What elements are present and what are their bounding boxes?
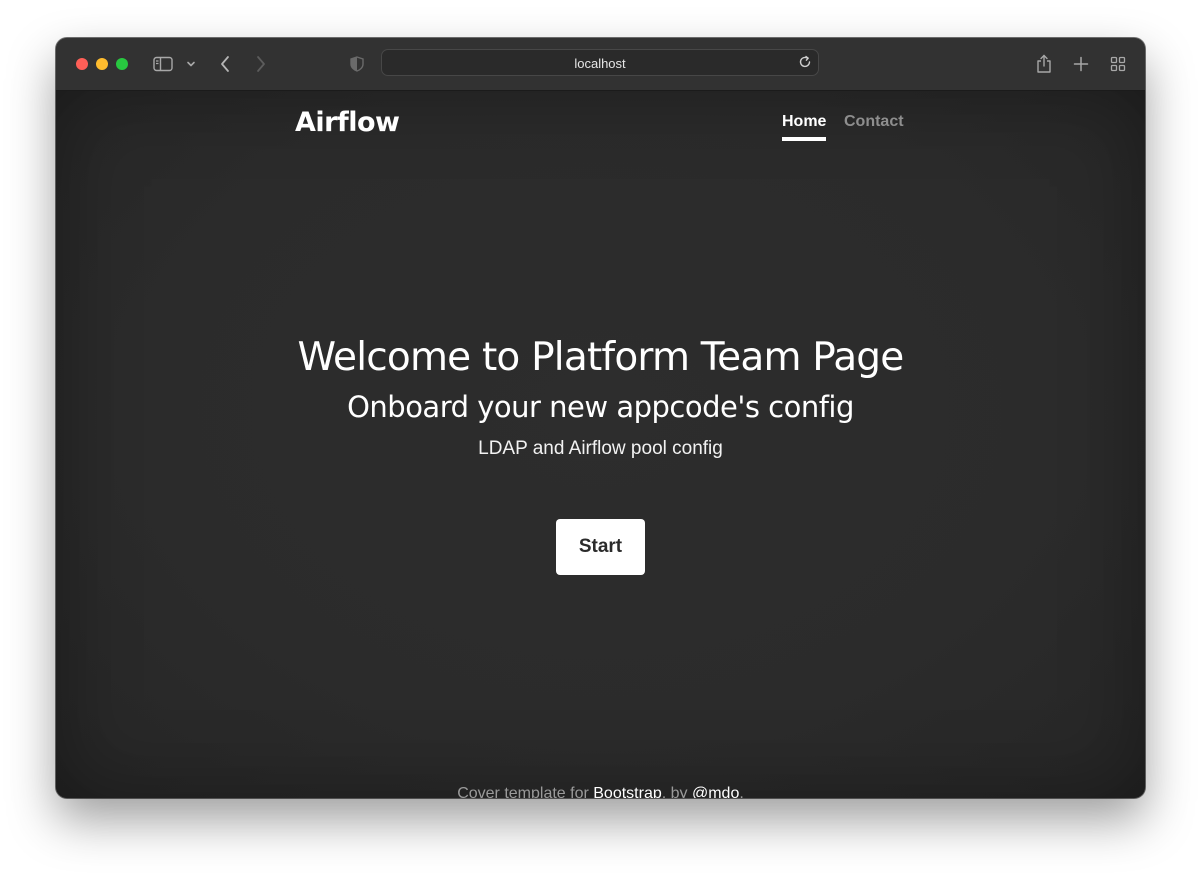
address-text: localhost <box>574 56 626 71</box>
nav-link-contact[interactable]: Contact <box>844 113 904 131</box>
tab-overview-icon[interactable] <box>1108 52 1128 76</box>
footer-link-mdo[interactable]: @mdo <box>692 785 739 798</box>
page-subtitle: Onboard your new appcode's config <box>347 390 854 424</box>
site-brand[interactable]: Airflow <box>295 107 400 138</box>
address-bar[interactable]: localhost <box>381 49 819 76</box>
reload-icon[interactable] <box>798 55 812 74</box>
plus-icon[interactable] <box>1071 52 1091 76</box>
page-title: Welcome to Platform Team Page <box>297 335 905 380</box>
page-viewport: Airflow Home Contact Welcome to Platform… <box>56 91 1145 798</box>
maximize-window-button[interactable] <box>116 58 128 70</box>
forward-icon[interactable] <box>252 52 270 76</box>
minimize-window-button[interactable] <box>96 58 108 70</box>
back-icon[interactable] <box>216 52 234 76</box>
footer-text-middle: , by <box>661 785 692 798</box>
footer-text-suffix: . <box>739 785 744 798</box>
footer: Cover template for Bootstrap, by @mdo. <box>56 785 1145 798</box>
footer-link-bootstrap[interactable]: Bootstrap <box>593 785 661 798</box>
browser-toolbar: localhost <box>56 38 1145 91</box>
footer-text-prefix: Cover template for <box>457 785 594 798</box>
nav-link-home[interactable]: Home <box>782 113 827 141</box>
browser-window: localhost Airflow Home Contact Welcome t… <box>56 38 1145 798</box>
sidebar-icon[interactable] <box>152 52 174 76</box>
page-lead: LDAP and Airflow pool config <box>478 438 723 459</box>
shield-icon[interactable] <box>348 52 366 76</box>
start-button[interactable]: Start <box>556 519 645 575</box>
chevron-down-icon[interactable] <box>184 52 198 76</box>
share-icon[interactable] <box>1034 52 1054 76</box>
close-window-button[interactable] <box>76 58 88 70</box>
